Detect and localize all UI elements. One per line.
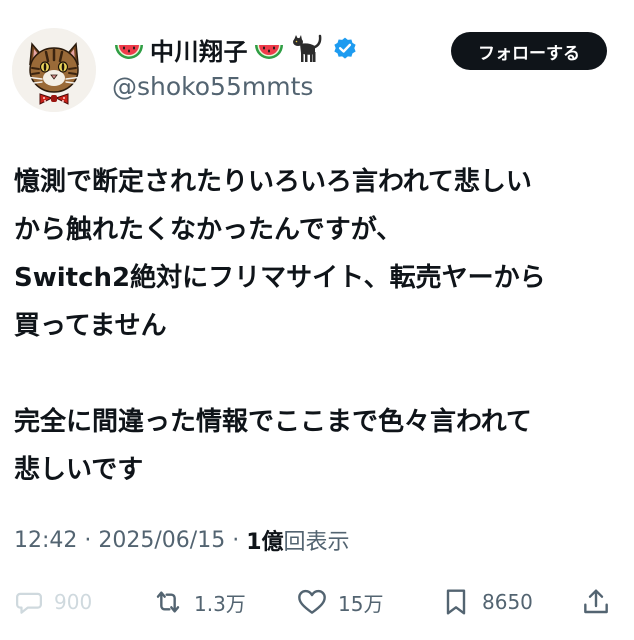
reply-icon [14,587,44,617]
verified-badge-icon[interactable] [328,32,362,66]
action-bar: 900 1.3万 15万 8650 [0,580,634,624]
black-cat-icon [290,32,324,66]
like-count: 15万 [338,591,384,616]
author-name-row[interactable]: 中川翔子 [112,31,362,67]
tweet-text-line: 買ってません [14,311,167,341]
repost-count: 1.3万 [194,591,246,616]
reply-count: 900 [54,590,93,614]
tweet-date[interactable]: 2025/06/15 [98,528,225,553]
meta-separator: · [77,527,99,553]
repost-button[interactable]: 1.3万 [152,580,246,624]
reply-button[interactable]: 900 [14,580,92,624]
repost-icon [152,586,184,618]
share-icon [580,586,612,618]
author-handle[interactable]: @shoko55mmts [112,72,313,101]
avatar[interactable] [12,28,96,112]
author-display-name[interactable]: 中川翔子 [150,32,248,67]
tweet-text-line: から触れたくなかったんですが、 [14,215,403,245]
tweet-text: 憶測で断定されたりいろいろ言われて悲しい から触れたくなかったんですが、 Swi… [14,158,624,494]
tweet-meta: 12:42 · 2025/06/15 · 1億 回表示 [14,524,350,556]
tweet-text-line: Switch2絶対にフリマサイト、転売ヤーから [14,263,546,293]
like-button[interactable]: 15万 [296,580,383,624]
heart-icon [296,586,328,618]
tweet-text-line [14,350,624,398]
watermelon-icon [112,32,146,66]
tweet-time[interactable]: 12:42 [14,528,77,553]
views-count: 1億 [246,530,284,555]
tweet-text-line: 完全に間違った情報でここまで色々言われて [14,407,532,437]
share-button[interactable] [580,580,612,624]
watermelon-icon [252,32,286,66]
tweet-text-line: 憶測で断定されたりいろいろ言われて悲しい [14,167,532,197]
views-label: 回表示 [283,530,350,555]
bookmark-icon [440,586,472,618]
tweet-text-line: 悲しいです [14,455,144,485]
cat-avatar-illustration [12,28,96,112]
bookmark-count: 8650 [482,590,533,614]
meta-separator: · [225,527,247,553]
bookmark-button[interactable]: 8650 [440,580,533,624]
follow-button[interactable]: フォローする [451,32,607,70]
